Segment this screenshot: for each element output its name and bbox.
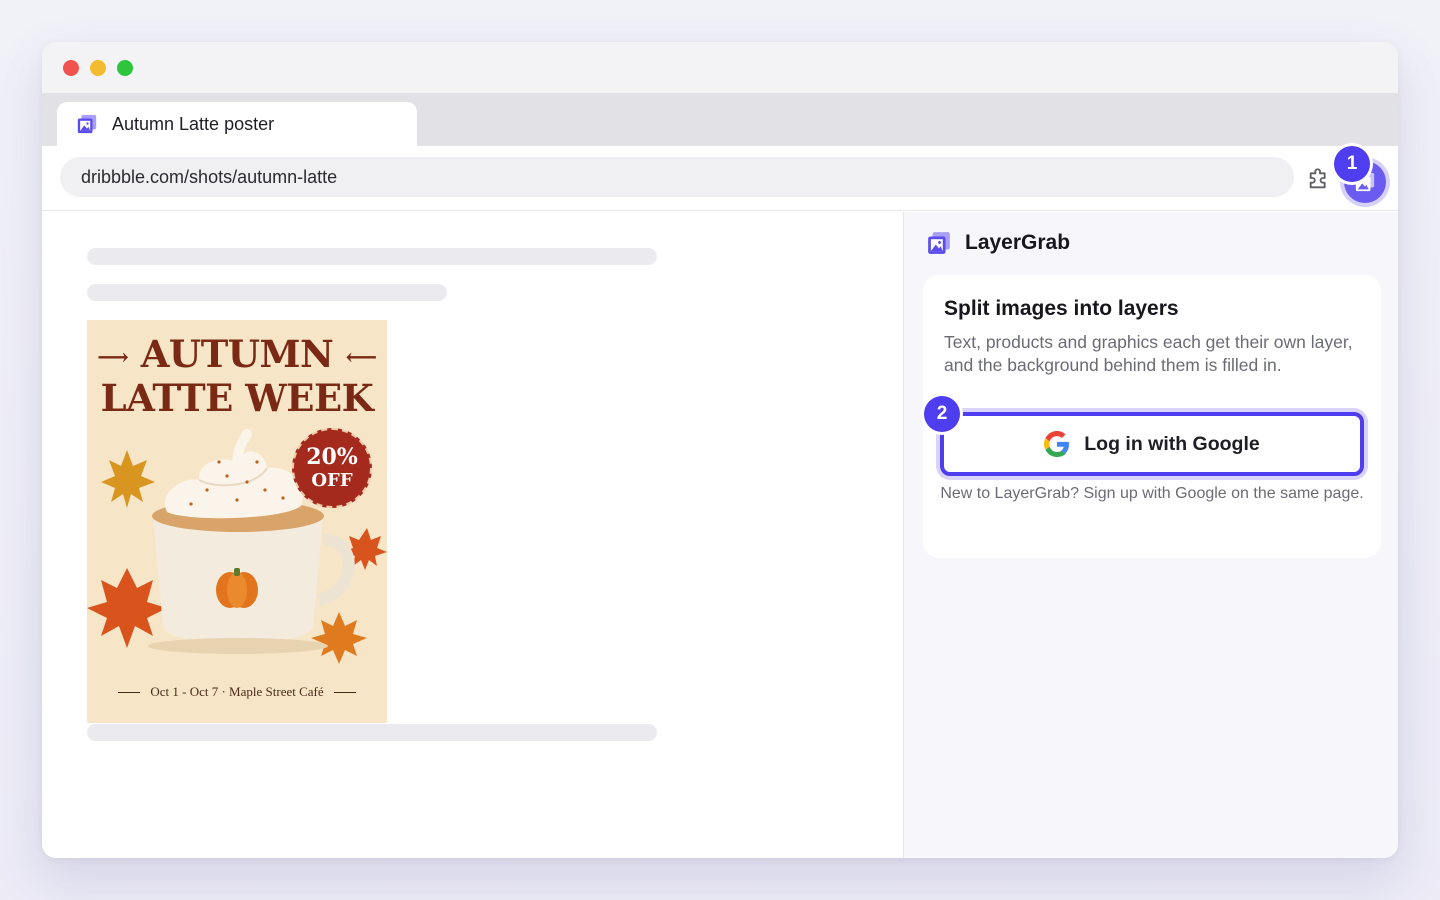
- skeleton-line: [87, 724, 657, 741]
- poster-headline-line1: ⟶ AUTUMN ⟵: [97, 332, 377, 376]
- page-content: ⟶ AUTUMN ⟵ LATTE WEEK 20% OFF Oct 1 - Oc…: [42, 212, 903, 858]
- autumn-latte-poster-image[interactable]: ⟶ AUTUMN ⟵ LATTE WEEK 20% OFF Oct 1 - Oc…: [87, 320, 387, 723]
- layergrab-icon: [928, 232, 950, 254]
- poster-footer-text: Oct 1 - Oct 7 · Maple Street Café: [150, 684, 324, 699]
- title-bar: [42, 42, 1398, 93]
- login-with-google-button[interactable]: Log in with Google: [940, 412, 1364, 476]
- url-text: dribbble.com/shots/autumn-latte: [81, 166, 338, 187]
- puzzle-icon[interactable]: [1306, 164, 1334, 192]
- maple-leaf-icon: [101, 450, 155, 508]
- layergrab-icon: [77, 114, 97, 134]
- skeleton-line: [87, 284, 447, 301]
- address-bar[interactable]: dribbble.com/shots/autumn-latte: [60, 157, 1294, 197]
- brand-header: LayerGrab: [926, 230, 1070, 256]
- browser-toolbar: dribbble.com/shots/autumn-latte: [42, 146, 1398, 211]
- brand-name: LayerGrab: [965, 231, 1071, 254]
- browser-window: Autumn Latte poster dribbble.com/shots/a…: [42, 42, 1398, 858]
- signup-footnote: New to LayerGrab? Sign up with Google on…: [940, 485, 1364, 502]
- poster-headline: ⟶ AUTUMN ⟵ LATTE WEEK: [87, 334, 387, 418]
- discount-badge: 20% OFF: [292, 428, 372, 508]
- tab-title: Autumn Latte poster: [112, 113, 275, 134]
- login-button-label: Log in with Google: [1084, 432, 1260, 455]
- poster-headline-line2: LATTE WEEK: [100, 375, 374, 420]
- maple-leaf-icon: [311, 612, 367, 664]
- poster-footer: Oct 1 - Oct 7 · Maple Street Café: [87, 684, 387, 700]
- card-title: Split images into layers: [944, 297, 1179, 320]
- card-description: Text, products and graphics each get the…: [944, 332, 1353, 375]
- maximize-window-button[interactable]: [117, 60, 133, 76]
- login-card: Split images into layers Text, products …: [923, 275, 1381, 558]
- close-window-button[interactable]: [63, 60, 79, 76]
- step-badge-2: 2: [924, 396, 960, 432]
- tab-autumn-latte[interactable]: Autumn Latte poster: [57, 102, 417, 146]
- layergrab-side-panel: LayerGrab Split images into layers Text,…: [903, 212, 1398, 858]
- discount-label: OFF: [311, 470, 353, 491]
- google-icon: [1044, 431, 1070, 457]
- discount-value: 20%: [306, 444, 358, 470]
- skeleton-line: [87, 248, 657, 265]
- tab-strip: Autumn Latte poster: [42, 93, 1398, 146]
- minimize-window-button[interactable]: [90, 60, 106, 76]
- maple-leaf-icon: [87, 568, 167, 648]
- step-badge-1: 1: [1334, 146, 1370, 182]
